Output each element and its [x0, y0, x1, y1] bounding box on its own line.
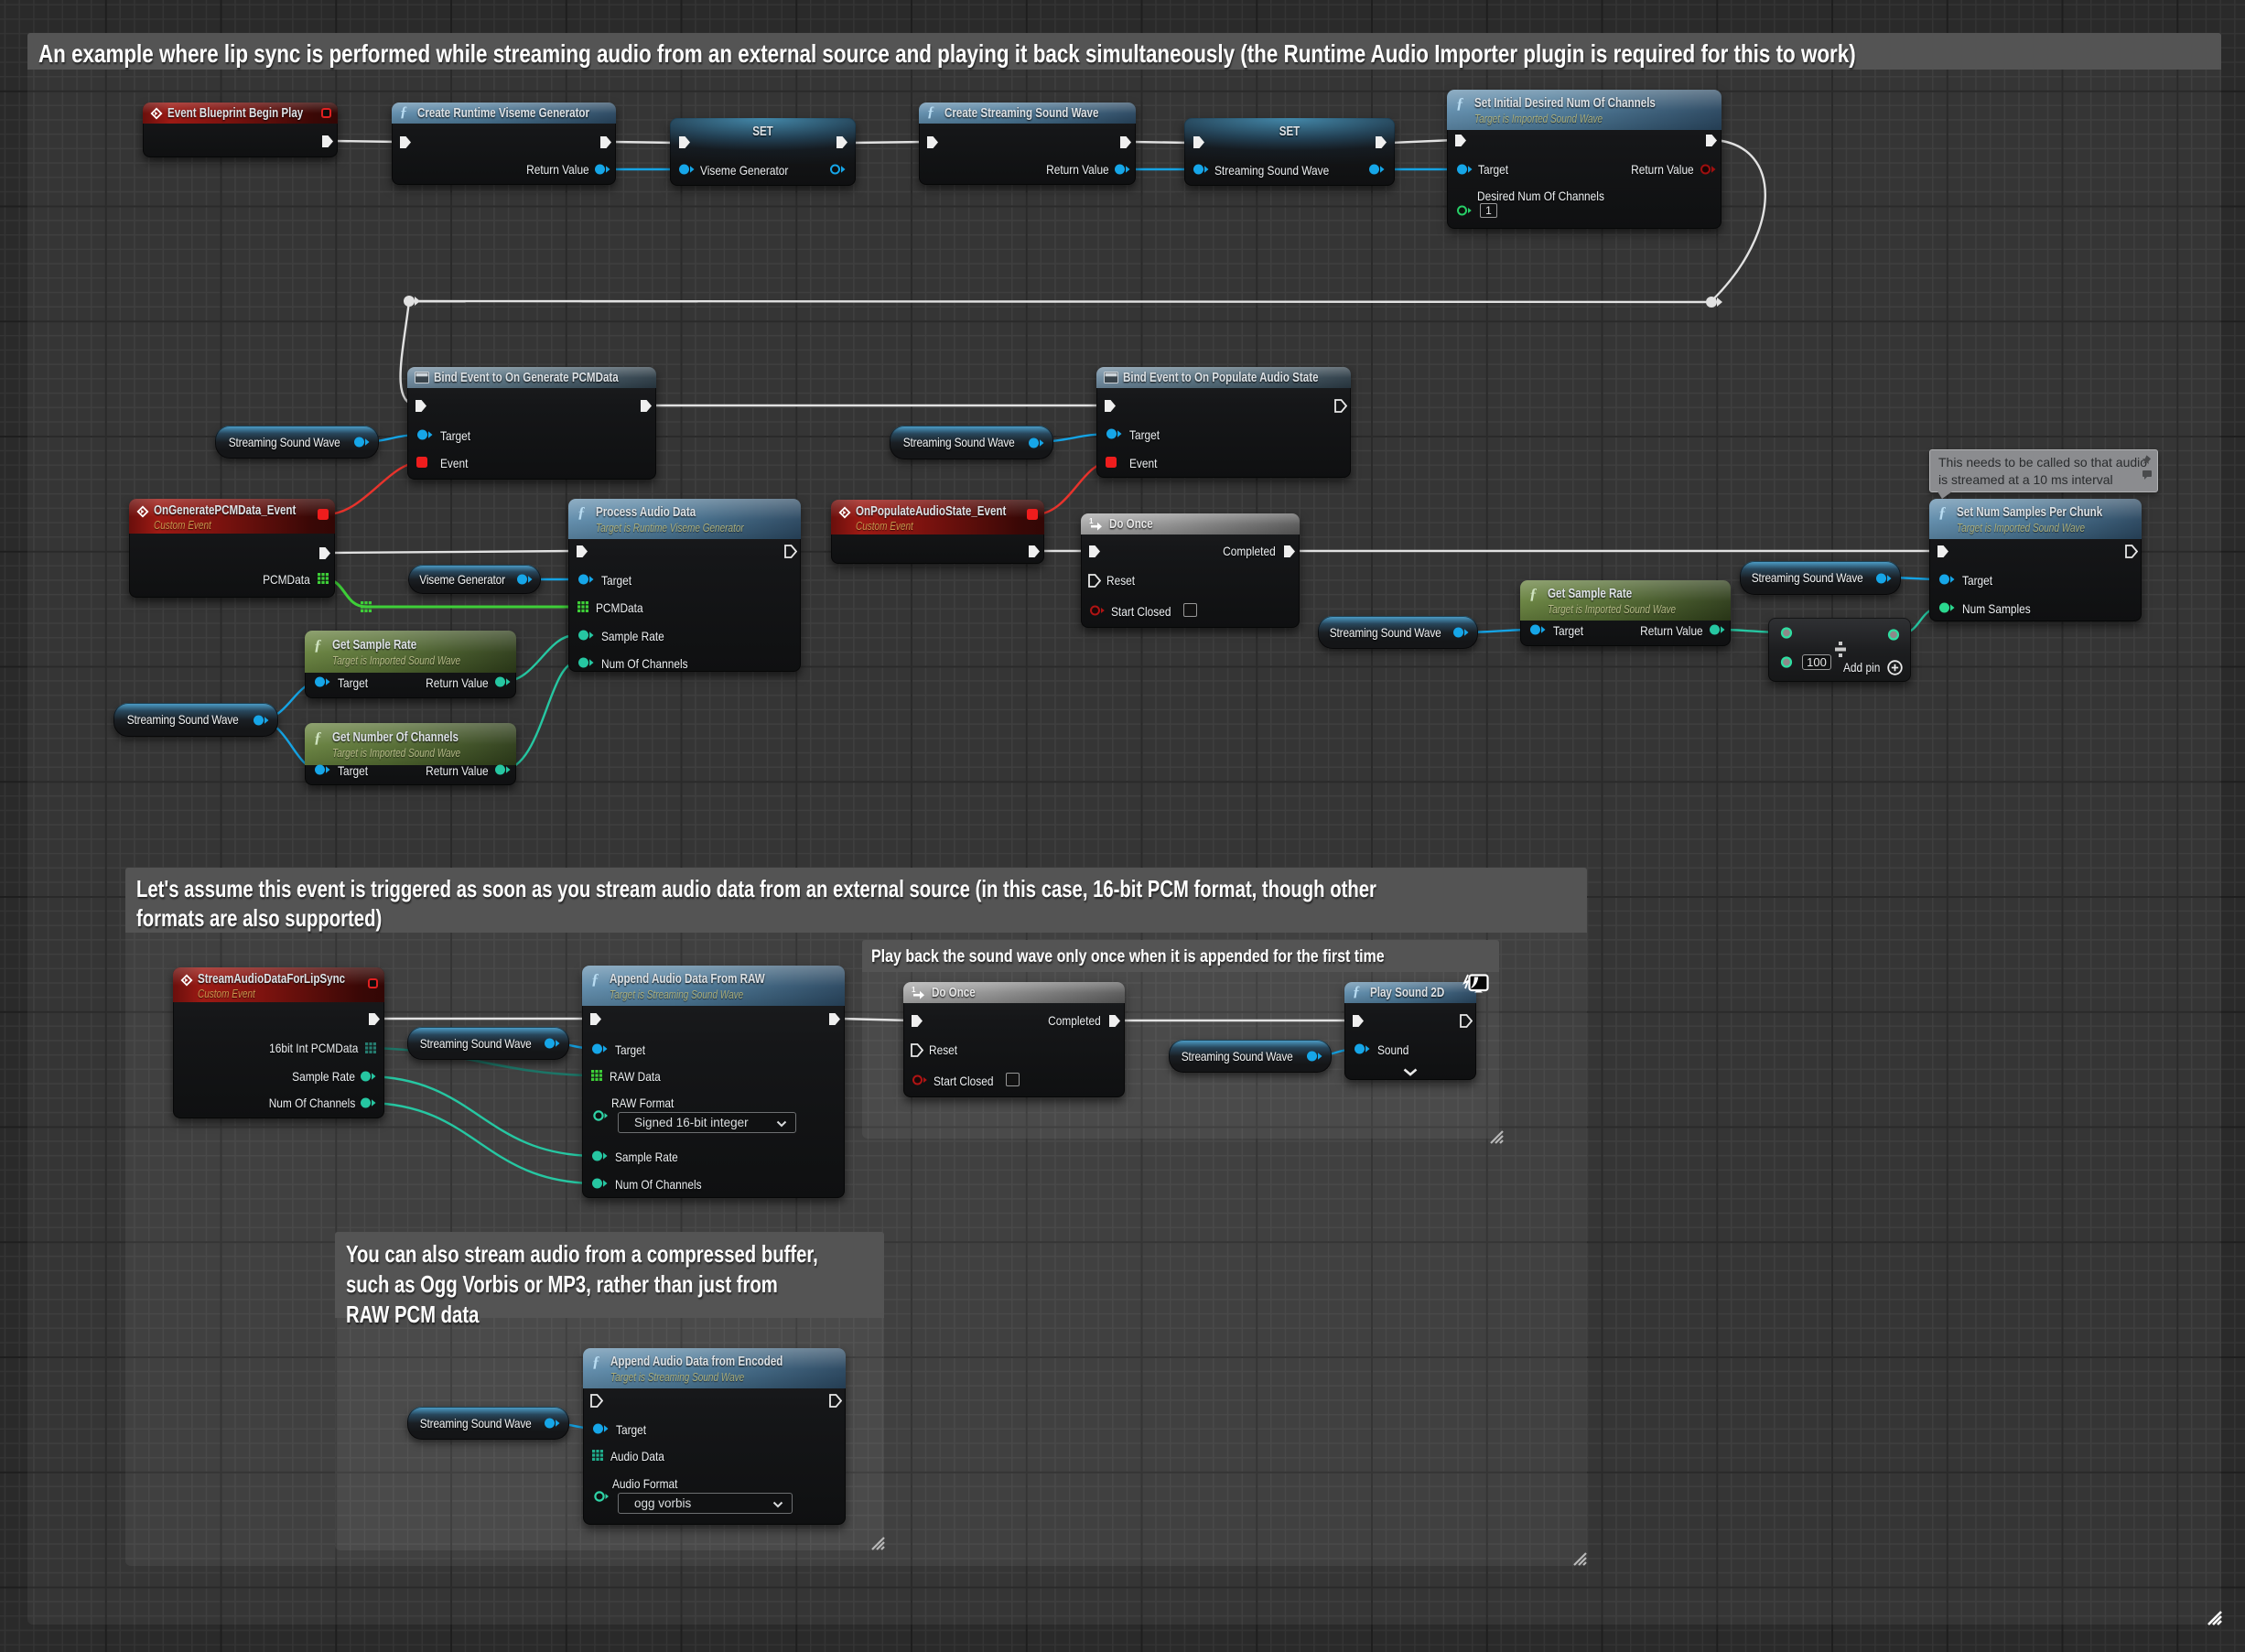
svg-text:1: 1: [1089, 517, 1094, 525]
svg-text:1: 1: [912, 986, 916, 994]
